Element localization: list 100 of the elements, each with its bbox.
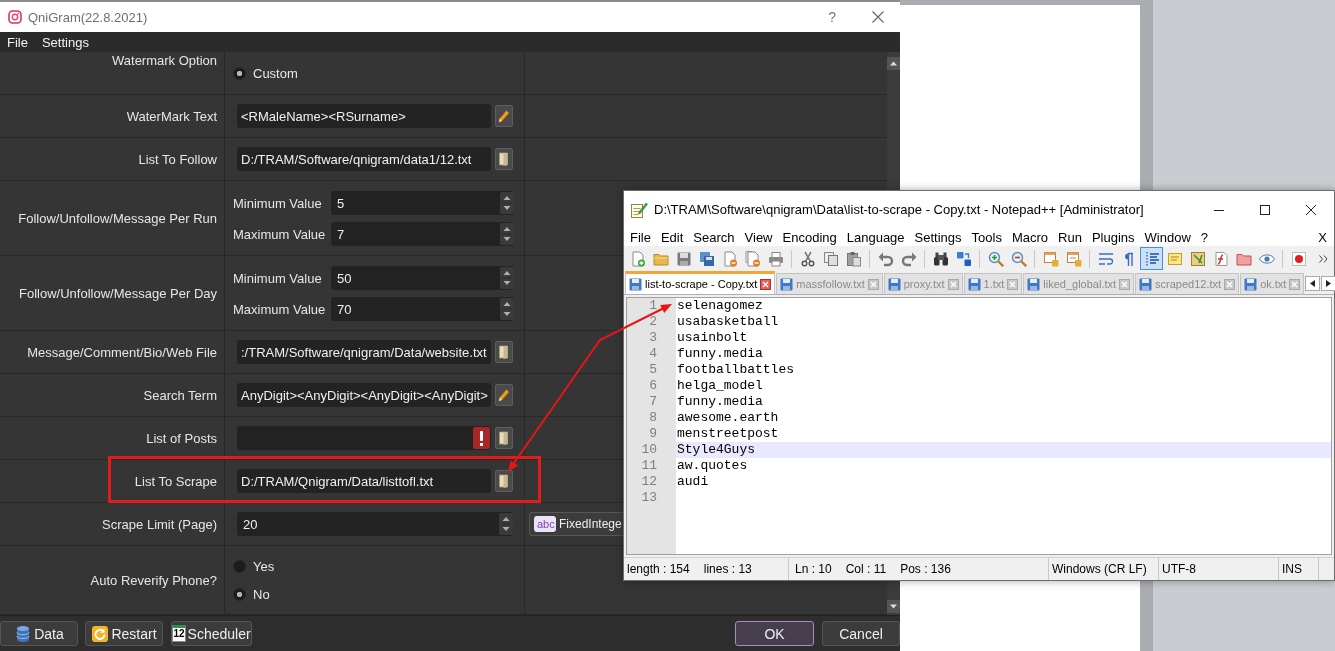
menu-item[interactable]: Encoding xyxy=(777,229,842,245)
radio-button[interactable] xyxy=(233,559,246,573)
setting-label: Auto Reverify Phone? xyxy=(90,572,217,588)
scroll-left-button[interactable] xyxy=(1305,276,1321,291)
spinner-icon[interactable] xyxy=(500,191,514,215)
zoom-in-icon xyxy=(987,250,1004,267)
radio-label: Custom xyxy=(253,65,298,81)
maximize-icon[interactable] xyxy=(1260,204,1270,215)
radio-label: Yes xyxy=(253,558,275,574)
scrollbar[interactable] xyxy=(887,580,900,615)
restart-icon xyxy=(91,624,110,643)
text-field[interactable]: D:/TRAM/Software/qnigram/data1/12.txt xyxy=(237,147,491,171)
code-line: usainbolt xyxy=(677,330,748,346)
zoom-out-icon xyxy=(1010,250,1027,267)
number-field[interactable]: 5 xyxy=(331,191,514,215)
menu-item[interactable]: Settings xyxy=(34,34,96,50)
text-field[interactable]: :/TRAM/Software/qnigram/Data/website.txt xyxy=(237,340,491,364)
setting-label: WaterMark Text xyxy=(126,108,217,124)
left-arrow-icon xyxy=(1310,280,1316,287)
menu-item[interactable]: File xyxy=(625,229,656,245)
menu-item[interactable]: View xyxy=(739,229,778,245)
window-icon xyxy=(1065,250,1082,267)
menu-item[interactable]: File xyxy=(0,34,35,50)
status-text: Pos : 136 xyxy=(900,562,951,576)
menu-item[interactable]: Edit xyxy=(655,229,689,245)
line-number: 5 xyxy=(649,362,657,378)
printer-icon xyxy=(767,250,784,267)
code-line: usabasketball xyxy=(677,314,779,330)
pencil-icon xyxy=(498,109,510,123)
line-number: 12 xyxy=(641,474,657,490)
line-number: 2 xyxy=(649,314,657,330)
text-field[interactable]: <RMaleName><RSurname> xyxy=(237,104,491,128)
spinner-icon[interactable] xyxy=(500,222,514,246)
status-text: lines : 13 xyxy=(703,562,752,576)
chevron-icon[interactable] xyxy=(1319,254,1328,263)
menu-item[interactable]: Plugins xyxy=(1086,229,1140,245)
menu-item[interactable]: Tools xyxy=(966,229,1007,245)
help-button[interactable]: ? xyxy=(828,9,836,25)
code-line: awesome.earth xyxy=(677,410,779,426)
field-label: Maximum Value xyxy=(233,301,327,317)
function-icon xyxy=(1212,250,1229,267)
copy-icon xyxy=(822,250,839,267)
text-field[interactable]: D:/TRAM/Qnigram/Data/listtofl.txt xyxy=(237,469,491,493)
menu-item[interactable]: ? xyxy=(1195,229,1214,245)
line-number: 13 xyxy=(641,490,657,506)
field-label: Minimum Value xyxy=(233,195,323,211)
setting-label: Watermark Option xyxy=(112,53,217,68)
close-document-button[interactable]: X xyxy=(1318,229,1334,245)
text-field[interactable] xyxy=(237,426,491,450)
browse-button[interactable] xyxy=(495,148,513,170)
menu-item[interactable]: Settings xyxy=(909,229,967,245)
line-number: 10 xyxy=(641,442,657,458)
code-line: aw.quotes xyxy=(677,458,748,474)
toolbar-button[interactable]: Restart xyxy=(85,621,163,646)
toolbar-button[interactable]: Data xyxy=(0,621,78,646)
spinner-icon[interactable] xyxy=(500,297,514,321)
close-icon[interactable] xyxy=(1306,204,1316,215)
menu-item[interactable]: Window xyxy=(1139,229,1196,245)
menu-item[interactable]: Macro xyxy=(1006,229,1054,245)
edit-button[interactable] xyxy=(495,105,513,127)
number-field[interactable]: 7 xyxy=(331,222,514,246)
format-button[interactable]: abc FixedIntege xyxy=(529,512,623,536)
squares-arrow-icon xyxy=(955,250,972,267)
browse-button[interactable] xyxy=(495,427,513,449)
toolbar-button[interactable]: 12 Scheduler xyxy=(171,621,252,646)
status-text: UTF-8 xyxy=(1162,562,1196,576)
wrap-lines-icon xyxy=(1097,250,1114,267)
number-field[interactable]: 20 xyxy=(237,512,513,536)
menu-item[interactable]: Language xyxy=(841,229,910,245)
editor-area[interactable]: 1 2 3 4 5 6 7 8 9 10 11 12 13 selenagomez usabasketball usainbolt funny.media footballbattles helga_model funny.media awesome.earth menstreetpost Style4Guys aw.quotes audi xyxy=(626,297,1332,555)
document-minus-icon xyxy=(721,250,738,267)
tab[interactable]: list-to-scrape - Copy.txt xyxy=(625,271,776,294)
radio-button[interactable] xyxy=(233,587,246,601)
edit-button[interactable] xyxy=(495,384,513,406)
menu-item[interactable]: Search xyxy=(688,229,740,245)
dialog-button[interactable]: OK xyxy=(735,621,814,646)
setting-label: Follow/Unfollow/Message Per Day xyxy=(19,285,217,301)
scrollbar[interactable] xyxy=(887,52,900,190)
browse-button[interactable] xyxy=(495,341,513,363)
dialog-button[interactable]: Cancel xyxy=(822,621,900,646)
clipboard-icon xyxy=(845,250,862,267)
setting-label: Follow/Unfollow/Message Per Run xyxy=(18,210,217,226)
number-field[interactable]: 50 xyxy=(331,266,514,290)
spinner-icon[interactable] xyxy=(500,266,514,290)
spinner-icon[interactable] xyxy=(499,512,513,536)
status-text: Ln : 10 xyxy=(795,562,832,576)
redo-icon xyxy=(900,250,917,267)
number-field[interactable]: 70 xyxy=(331,297,514,321)
menu-item[interactable]: Run xyxy=(1053,229,1087,245)
radio-label: No xyxy=(253,586,270,602)
browse-button[interactable] xyxy=(495,470,513,492)
scroll-right-button[interactable] xyxy=(1321,276,1335,291)
close-icon[interactable] xyxy=(760,278,772,290)
pencil-icon xyxy=(498,388,510,402)
binoculars-icon xyxy=(932,250,949,267)
window-title: QniGram(22.8.2021) xyxy=(28,9,148,25)
camera-icon xyxy=(8,10,22,24)
book-icon xyxy=(498,345,510,359)
radio-button[interactable] xyxy=(233,66,246,80)
text-field[interactable]: AnyDigit><AnyDigit><AnyDigit><AnyDigit> xyxy=(237,383,491,407)
